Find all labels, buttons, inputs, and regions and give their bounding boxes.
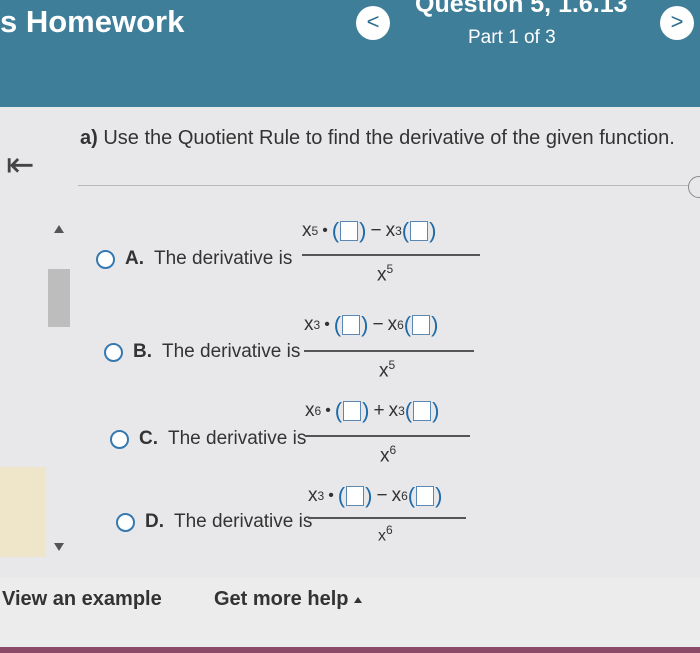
- fraction-bar: [305, 435, 470, 437]
- side-highlight: [0, 467, 46, 557]
- option-d[interactable]: D. The derivative is: [116, 511, 312, 533]
- question-title: Question 5, 1.6.13: [415, 0, 628, 18]
- radio-d[interactable]: [116, 512, 135, 532]
- footer-bar: View an example Get more help: [0, 578, 700, 653]
- option-text: The derivative is: [168, 428, 307, 449]
- option-text: The derivative is: [174, 511, 313, 532]
- collapse-panel-icon[interactable]: ⇤: [6, 145, 35, 185]
- fraction-a: x5 •() − x3 () x5: [302, 218, 482, 298]
- option-letter: A.: [125, 248, 144, 269]
- option-b[interactable]: B. The derivative is: [104, 341, 300, 363]
- prompt-letter: a): [80, 127, 98, 149]
- answer-box[interactable]: [342, 315, 361, 335]
- denominator: x6: [378, 523, 393, 545]
- panel-resize-handle[interactable]: [688, 176, 700, 198]
- next-question-button[interactable]: >: [660, 6, 694, 40]
- option-text: The derivative is: [154, 248, 293, 269]
- fraction-b: x3 •() − x6 () x5: [304, 312, 484, 392]
- header-bar: s Homework < Question 5, 1.6.13 Part 1 o…: [0, 0, 700, 107]
- numerator: x3 •() − x6 (): [304, 312, 439, 337]
- fraction-c: x6 •() + x3 () x6: [305, 398, 485, 478]
- answer-box[interactable]: [343, 401, 362, 421]
- prompt-text: Use the Quotient Rule to find the deriva…: [103, 127, 675, 149]
- option-text: The derivative is: [162, 341, 301, 362]
- numerator: x6 •() + x3 (): [305, 398, 440, 423]
- chevron-left-icon: <: [366, 9, 380, 34]
- scroll-thumb[interactable]: [48, 269, 70, 327]
- option-letter: B.: [133, 341, 152, 362]
- get-more-help-button[interactable]: Get more help: [214, 588, 363, 611]
- scrollbar[interactable]: [46, 225, 72, 555]
- fraction-bar: [304, 350, 474, 352]
- view-example-link[interactable]: View an example: [2, 588, 162, 611]
- get-more-help-label: Get more help: [214, 588, 349, 610]
- radio-c[interactable]: [110, 429, 129, 449]
- fraction-bar: [308, 517, 466, 519]
- answer-box[interactable]: [340, 221, 359, 241]
- numerator: x5 •() − x3 (): [302, 218, 437, 243]
- option-letter: C.: [139, 428, 158, 449]
- denominator: x6: [380, 443, 397, 467]
- answer-box[interactable]: [416, 486, 435, 506]
- answer-box[interactable]: [346, 486, 365, 506]
- question-part: Part 1 of 3: [468, 27, 556, 48]
- answer-box[interactable]: [410, 221, 429, 241]
- fraction-bar: [302, 254, 480, 256]
- option-a[interactable]: A. The derivative is: [96, 248, 292, 270]
- scroll-up-arrow-icon[interactable]: [54, 225, 64, 233]
- answer-box[interactable]: [412, 315, 431, 335]
- radio-a[interactable]: [96, 249, 115, 269]
- question-prompt: a) Use the Quotient Rule to find the der…: [80, 127, 675, 150]
- answer-box[interactable]: [413, 401, 432, 421]
- numerator: x3 •() − x6 (): [308, 483, 443, 508]
- bottom-stripe: [0, 647, 700, 653]
- divider: [78, 185, 690, 186]
- caret-up-icon: [354, 596, 363, 603]
- homework-title: s Homework: [0, 4, 185, 39]
- question-panel: ⇤ a) Use the Quotient Rule to find the d…: [0, 107, 700, 578]
- option-c[interactable]: C. The derivative is: [110, 428, 306, 450]
- option-letter: D.: [145, 511, 164, 532]
- radio-b[interactable]: [104, 342, 123, 362]
- fraction-d: x3 •() − x6 () x6: [308, 483, 478, 563]
- scroll-down-arrow-icon[interactable]: [54, 543, 64, 551]
- denominator: x5: [379, 358, 396, 382]
- denominator: x5: [377, 262, 394, 286]
- chevron-right-icon: >: [670, 9, 684, 34]
- previous-question-button[interactable]: <: [356, 6, 390, 40]
